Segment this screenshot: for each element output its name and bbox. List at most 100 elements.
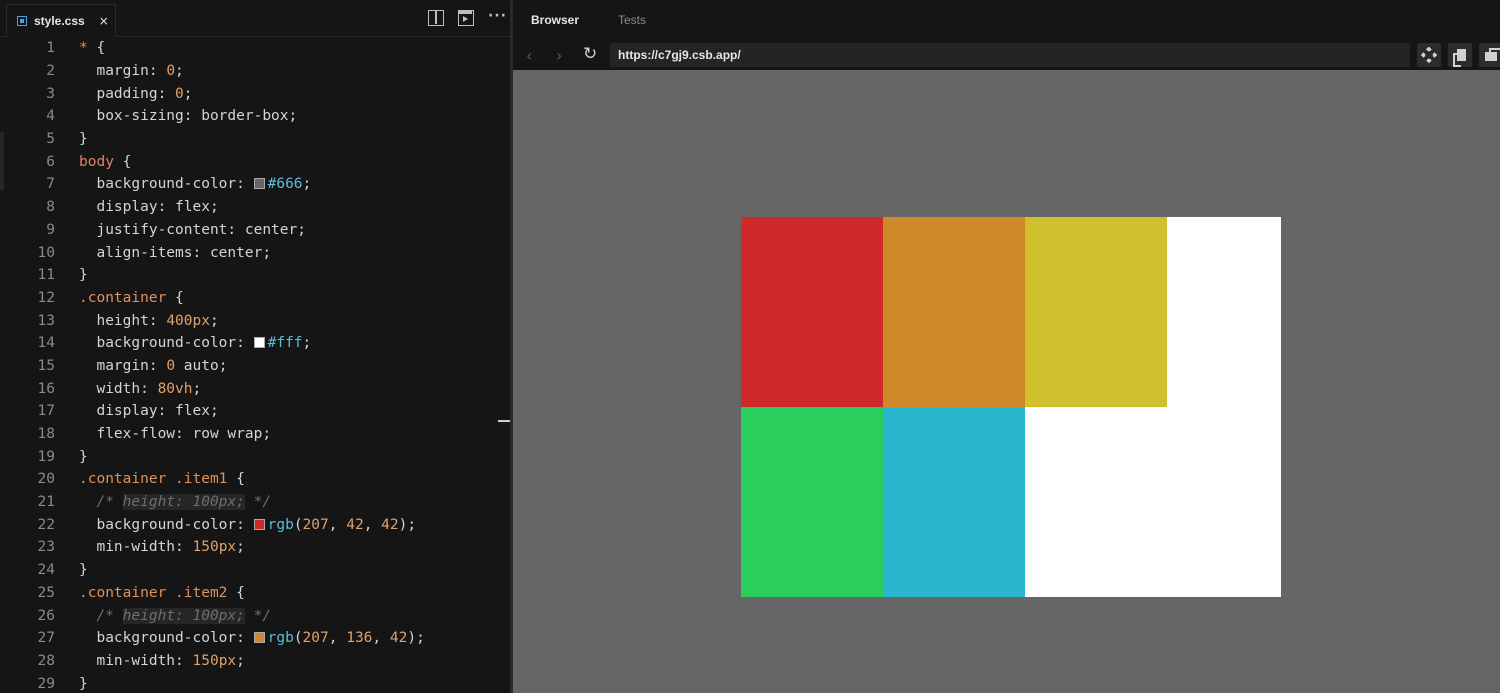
line-number: 5 [46, 131, 55, 148]
code-token: 150px [192, 539, 237, 556]
code-token: , [372, 630, 390, 647]
code-token: .container .item2 [79, 584, 237, 601]
code-token: { [236, 471, 245, 488]
code-token: 0 [175, 85, 184, 102]
code-token: .container .item1 [79, 471, 237, 488]
code-line: 13 height: 400px; [0, 309, 498, 332]
line-number: 28 [37, 652, 55, 669]
flex-container-preview [741, 217, 1281, 597]
code-text: background-color: rgb(207, 136, 42); [55, 630, 425, 647]
css-file-icon [17, 16, 27, 26]
code-token: background-color: [79, 630, 254, 647]
code-token: 42 [346, 516, 364, 533]
code-token: ; [209, 312, 219, 329]
code-line: 29} [0, 672, 498, 693]
code-token: } [79, 448, 88, 465]
code-text: } [55, 676, 88, 692]
code-token: height: 100px; [122, 607, 245, 624]
code-line: 6 body { [0, 150, 498, 173]
line-number: 29 [37, 675, 55, 692]
code-token: /* [79, 494, 123, 511]
code-token: ; [302, 176, 312, 193]
line-number: 15 [37, 357, 55, 374]
file-tab-label: style.css [34, 14, 85, 28]
open-new-window-icon[interactable] [1448, 43, 1472, 67]
code-token: ); [407, 630, 425, 647]
forward-arrow-icon[interactable]: › [556, 46, 562, 65]
code-line: 5} [0, 128, 498, 151]
code-text: display: flex; [55, 199, 218, 215]
code-line: 17 display: flex; [0, 400, 498, 423]
code-text: } [55, 449, 88, 465]
code-text: align-items: center; [55, 245, 271, 261]
code-token: 400px [166, 312, 210, 329]
code-line: 22 background-color: rgb(207, 42, 42); [0, 513, 498, 536]
code-token: ; [236, 539, 245, 556]
line-number: 27 [37, 630, 55, 647]
code-token: width: [79, 380, 158, 397]
split-view-icon[interactable] [428, 10, 444, 26]
code-text: min-width: 150px; [55, 539, 245, 556]
code-line: 9 justify-content: center; [0, 219, 498, 242]
line-number: 24 [37, 562, 55, 579]
line-number: 8 [46, 199, 55, 216]
line-number: 11 [37, 267, 55, 284]
code-area[interactable]: 1 * {2 margin: 0; 3 padding: 0; 4 box-sizin… [0, 37, 498, 693]
code-token: ); [398, 516, 417, 533]
code-token: display: flex; [79, 403, 219, 420]
editor-tab-bar: style.css × ··· [0, 0, 512, 37]
code-line: 1 * { [0, 37, 498, 60]
url-input[interactable]: https://c7gj9.csb.app/ [610, 43, 1410, 67]
code-token: height: [79, 312, 167, 329]
code-line: 8 display: flex; [0, 196, 498, 219]
line-number: 17 [37, 403, 55, 420]
color-swatch[interactable] [253, 178, 265, 190]
code-line: 3 padding: 0; [0, 82, 498, 105]
code-token: } [79, 675, 88, 692]
code-text: flex-flow: row wrap; [55, 426, 271, 442]
code-token: , [328, 630, 347, 647]
line-number: 3 [46, 85, 55, 102]
code-token: ; [183, 85, 193, 102]
code-line: 11} [0, 264, 498, 287]
line-number: 13 [37, 312, 55, 329]
code-text: .container { [55, 290, 184, 306]
line-number: 16 [37, 380, 55, 397]
layout-toggle-icon[interactable] [1479, 43, 1500, 67]
color-swatch[interactable] [253, 518, 265, 530]
code-token: { [236, 584, 245, 601]
code-token: background-color: [79, 516, 254, 533]
file-tab-style-css[interactable]: style.css × [6, 4, 116, 37]
line-number: 2 [46, 63, 55, 80]
code-editor-pane: style.css × ··· 1 * {2 margin: 0; 3 paddin… [0, 0, 512, 693]
reload-icon[interactable]: ↻ [583, 44, 597, 64]
code-token: 42 [381, 516, 399, 533]
preview-viewport [513, 70, 1500, 693]
code-token: padding: [79, 85, 176, 102]
line-number: 1 [46, 40, 55, 57]
code-token: rgb [267, 630, 294, 647]
code-token: background-color: [79, 176, 254, 193]
code-token: , [363, 516, 382, 533]
code-line: 16 width: 80vh; [0, 377, 498, 400]
devtools-icon[interactable] [1417, 43, 1441, 67]
close-tab-icon[interactable]: × [99, 14, 109, 28]
code-token: rgb [267, 516, 294, 533]
code-token: ; [236, 652, 245, 669]
color-swatch[interactable] [253, 337, 265, 349]
editor-toolbar: ··· [428, 9, 506, 26]
scrollbar-thumb[interactable] [498, 420, 510, 422]
code-token: , [328, 516, 347, 533]
code-text: margin: 0; [55, 63, 183, 79]
flex-item2 [883, 217, 1025, 407]
code-token: justify-content: center; [79, 221, 306, 238]
back-arrow-icon[interactable]: ‹ [526, 46, 532, 65]
tab-tests[interactable]: Tests [618, 13, 646, 27]
more-options-icon[interactable]: ··· [488, 9, 506, 26]
code-line: 4 box-sizing: border-box; [0, 105, 498, 128]
code-line: 24} [0, 559, 498, 582]
code-text: } [55, 131, 88, 147]
tab-browser[interactable]: Browser [531, 13, 579, 27]
open-preview-icon[interactable] [458, 10, 474, 26]
color-swatch[interactable] [253, 632, 265, 644]
